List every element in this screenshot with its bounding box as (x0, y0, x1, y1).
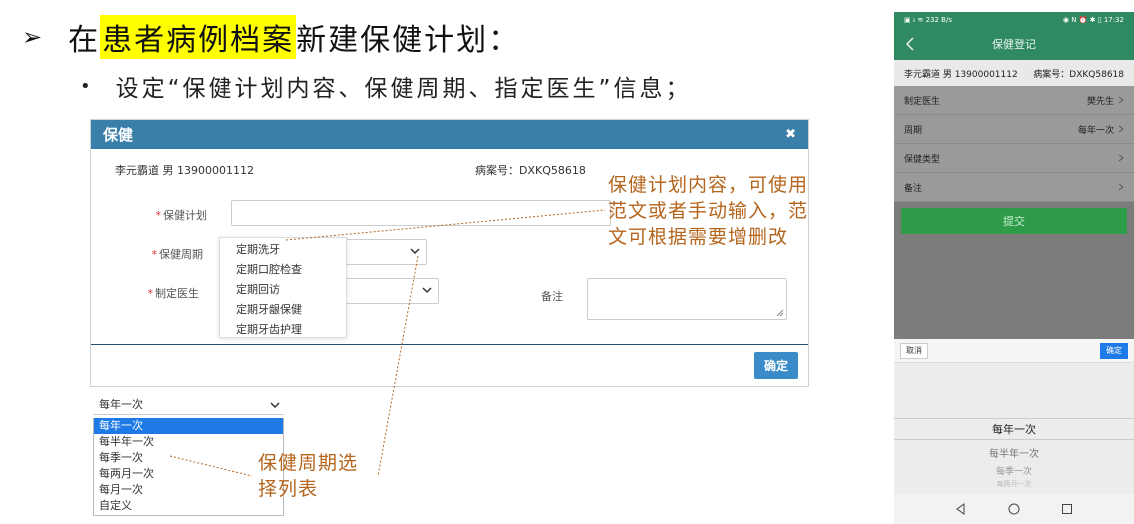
phone-record-no: 病案号：DXKQ58618 (1033, 69, 1124, 80)
chevron-right-icon (1118, 154, 1124, 162)
picker-wheel[interactable]: 每年一次 每半年一次 每季一次 每两月一次 (894, 363, 1134, 494)
android-nav-bar (894, 494, 1134, 524)
picker-ok-button[interactable]: 确定 (1100, 343, 1128, 359)
period-picker: 取消 确定 每年一次 每半年一次 每季一次 每两月一次 (894, 339, 1134, 494)
status-right: ◉ N ⏰ ✱ ▯ 17:32 (1062, 16, 1124, 24)
picker-item[interactable]: 每两月一次 (894, 479, 1134, 489)
phone-navbar: 保健登记 (894, 28, 1134, 60)
picker-toolbar: 取消 确定 (894, 339, 1134, 363)
chevron-right-icon (1118, 125, 1124, 133)
phone-screen: ▣ ᵢₗ ≋ 232 B/s ◉ N ⏰ ✱ ▯ 17:32 保健登记 李元霸道… (894, 12, 1134, 524)
plan-annotation: 保健计划内容，可使用 范文或者手动输入，范 文可根据需要增删改 (608, 174, 809, 248)
period-annotation: 保健周期选 择列表 (258, 452, 359, 500)
back-arrow-icon[interactable] (904, 36, 916, 52)
picker-item[interactable]: 每半年一次 (894, 445, 1134, 460)
picker-item[interactable]: 每季一次 (894, 464, 1134, 477)
recents-square-icon[interactable] (1061, 503, 1073, 515)
picker-cancel-button[interactable]: 取消 (900, 343, 928, 359)
phone-row-period[interactable]: 周期 每年一次 (894, 115, 1134, 144)
phone-row-remark[interactable]: 备注 (894, 173, 1134, 202)
back-triangle-icon[interactable] (955, 503, 967, 515)
phone-row-type[interactable]: 保健类型 (894, 144, 1134, 173)
home-circle-icon[interactable] (1008, 503, 1020, 515)
picker-item[interactable]: 每年一次 (894, 421, 1134, 437)
phone-patient: 李元霸道 男 13900001112 (904, 69, 1018, 80)
status-left: ▣ ᵢₗ ≋ 232 B/s (904, 16, 952, 24)
phone-page-title: 保健登记 (992, 38, 1036, 51)
phone-patient-info: 李元霸道 男 13900001112 病案号：DXKQ58618 (894, 60, 1134, 86)
phone-row-doctor[interactable]: 制定医生 樊先生 (894, 86, 1134, 115)
chevron-right-icon (1118, 96, 1124, 104)
chevron-right-icon (1118, 183, 1124, 191)
submit-button[interactable]: 提交 (901, 208, 1127, 234)
status-bar: ▣ ᵢₗ ≋ 232 B/s ◉ N ⏰ ✱ ▯ 17:32 (894, 12, 1134, 28)
